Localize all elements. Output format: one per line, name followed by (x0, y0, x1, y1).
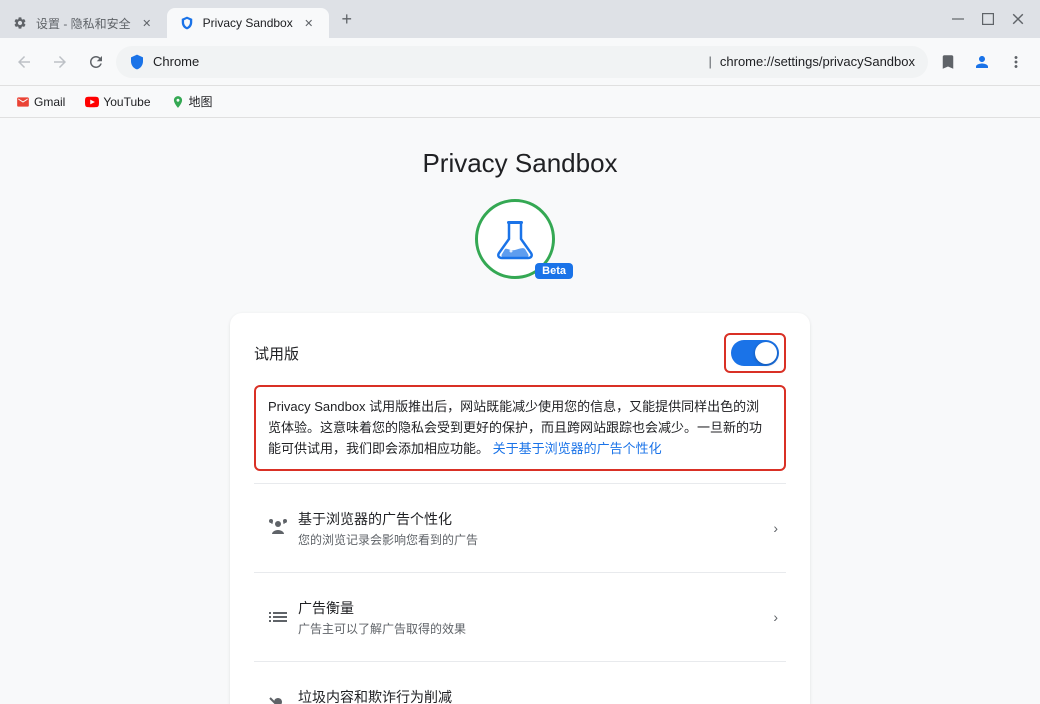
spam-reduction-chevron: › (769, 694, 782, 704)
ad-measurement-icon (258, 597, 298, 637)
ad-measurement-subtitle: 广告主可以了解广告取得的效果 (298, 620, 769, 637)
tab-settings[interactable]: 设置 - 隐私和安全 ✕ (0, 8, 167, 38)
close-button[interactable] (1004, 5, 1032, 33)
gmail-icon (16, 95, 30, 109)
youtube-icon (85, 95, 99, 109)
privacy-sandbox-tab-title: Privacy Sandbox (203, 16, 293, 30)
toggle-outline (724, 333, 786, 373)
trial-toggle[interactable] (731, 340, 779, 366)
tab-strip: 设置 - 隐私和安全 ✕ Privacy Sandbox ✕ + (0, 0, 936, 38)
maximize-button[interactable] (974, 5, 1002, 33)
page-content: Privacy Sandbox Beta (0, 118, 1040, 704)
trial-label: 试用版 (254, 343, 299, 364)
tab-privacy-sandbox[interactable]: Privacy Sandbox ✕ (167, 8, 329, 38)
bookmark-maps-label: 地图 (189, 93, 213, 110)
bookmark-gmail-label: Gmail (34, 95, 65, 109)
spam-reduction-text: 垃圾内容和欺诈行为削减 协助网站打击欺诈行为以及区分机器人和真人 (298, 687, 769, 704)
privacy-sandbox-tab-close[interactable]: ✕ (301, 15, 317, 31)
bookmark-maps[interactable]: 地图 (163, 91, 221, 112)
ad-measurement-title: 广告衡量 (298, 598, 769, 618)
ad-measurement-chevron: › (769, 605, 782, 629)
description-box: Privacy Sandbox 试用版推出后，网站既能减少使用您的信息，又能提供… (254, 385, 786, 471)
flask-icon (491, 215, 539, 263)
maps-icon (171, 95, 185, 109)
address-bar[interactable]: Chrome | chrome://settings/privacySandbo… (116, 46, 928, 78)
window-controls (936, 0, 1040, 38)
settings-tab-favicon (12, 15, 28, 31)
bookmark-gmail[interactable]: Gmail (8, 93, 73, 111)
ad-personalization-title: 基于浏览器的广告个性化 (298, 509, 769, 529)
forward-button[interactable] (44, 46, 76, 78)
settings-tab-title: 设置 - 隐私和安全 (36, 15, 131, 32)
toggle-knob (755, 342, 777, 364)
bookmark-button[interactable] (932, 46, 964, 78)
description-link[interactable]: 关于基于浏览器的广告个性化 (493, 441, 662, 456)
ad-personalization-icon (258, 508, 298, 548)
spam-reduction-icon (258, 686, 298, 704)
page-title: Privacy Sandbox (422, 148, 617, 179)
ad-personalization-subtitle: 您的浏览记录会影响您看到的广告 (298, 531, 769, 548)
ad-personalization-text: 基于浏览器的广告个性化 您的浏览记录会影响您看到的广告 (298, 509, 769, 548)
bookmark-youtube-label: YouTube (103, 95, 150, 109)
page-inner: Privacy Sandbox Beta (120, 118, 920, 704)
spam-reduction-title: 垃圾内容和欺诈行为削减 (298, 687, 769, 704)
menu-item-ad-measurement[interactable]: 广告衡量 广告主可以了解广告取得的效果 › (254, 585, 786, 649)
beta-badge: Beta (535, 263, 573, 279)
refresh-button[interactable] (80, 46, 112, 78)
menu-button[interactable] (1000, 46, 1032, 78)
ad-personalization-chevron: › (769, 516, 782, 540)
minimize-button[interactable] (944, 5, 972, 33)
toolbar-actions (932, 46, 1032, 78)
toolbar: Chrome | chrome://settings/privacySandbo… (0, 38, 1040, 86)
divider-3 (254, 661, 786, 662)
bookmark-youtube[interactable]: YouTube (77, 93, 158, 111)
address-url: chrome://settings/privacySandbox (720, 54, 915, 69)
divider-2 (254, 572, 786, 573)
toggle-section: 试用版 (254, 333, 786, 373)
browser-frame: 设置 - 隐私和安全 ✕ Privacy Sandbox ✕ + (0, 0, 1040, 704)
bookmarks-bar: Gmail YouTube 地图 (0, 86, 1040, 118)
back-button[interactable] (8, 46, 40, 78)
address-bar-favicon (129, 54, 145, 70)
settings-card: 试用版 Privacy Sandbox 试用版推出后，网站既能减少使用您的信息，… (230, 313, 810, 704)
menu-item-spam-reduction[interactable]: 垃圾内容和欺诈行为削减 协助网站打击欺诈行为以及区分机器人和真人 › (254, 674, 786, 704)
privacy-sandbox-tab-favicon (179, 15, 195, 31)
profile-button[interactable] (966, 46, 998, 78)
logo-container: Beta (475, 199, 565, 289)
settings-tab-close[interactable]: ✕ (139, 15, 155, 31)
address-brand: Chrome (153, 54, 701, 69)
menu-item-ad-personalization[interactable]: 基于浏览器的广告个性化 您的浏览记录会影响您看到的广告 › (254, 496, 786, 560)
ad-measurement-text: 广告衡量 广告主可以了解广告取得的效果 (298, 598, 769, 637)
title-bar: 设置 - 隐私和安全 ✕ Privacy Sandbox ✕ + (0, 0, 1040, 38)
new-tab-button[interactable]: + (333, 5, 361, 33)
address-separator: | (709, 54, 712, 69)
divider-1 (254, 483, 786, 484)
